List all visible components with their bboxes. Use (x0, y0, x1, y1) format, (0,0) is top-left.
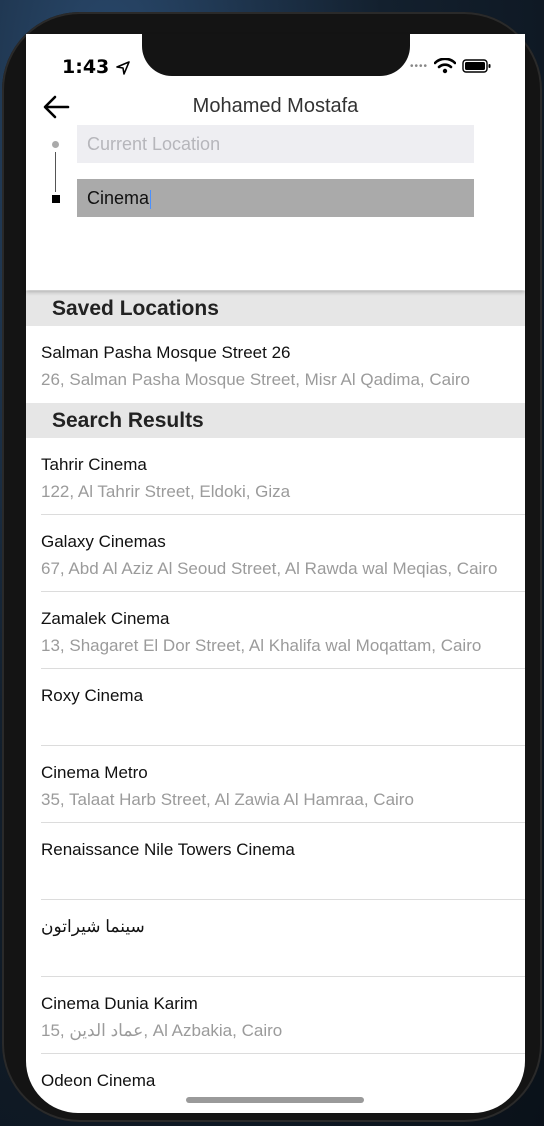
destination-input[interactable]: Cinema (77, 179, 474, 217)
place-name: Cinema Metro (41, 763, 148, 782)
home-indicator[interactable] (186, 1097, 364, 1103)
origin-dot-icon (52, 141, 59, 148)
origin-placeholder: Current Location (87, 134, 221, 154)
status-time: 1:43 (62, 56, 130, 78)
place-name: Tahrir Cinema (41, 455, 147, 474)
list-item[interactable]: Salman Pasha Mosque Street 26 26, Salman… (26, 326, 525, 403)
notch (142, 34, 410, 76)
wifi-icon (434, 58, 457, 74)
place-name: سينما شيراتون (41, 917, 145, 936)
page-title: Mohamed Mostafa (192, 95, 359, 117)
place-name: Zamalek Cinema (41, 609, 170, 628)
list-item[interactable]: Zamalek Cinema 13, Shagaret El Dor Stree… (26, 592, 525, 669)
place-address: 15, عماد الدين, Al Azbakia, Cairo (41, 1021, 283, 1040)
origin-input[interactable]: Current Location (77, 125, 474, 163)
section-saved-locations: Saved Locations (26, 291, 525, 326)
place-name: Renaissance Nile Towers Cinema (41, 840, 295, 859)
route-connector (55, 152, 56, 192)
status-icons: •••• (410, 54, 492, 78)
place-name: Cinema Dunia Karim (41, 994, 198, 1013)
results-list: Saved Locations Salman Pasha Mosque Stre… (26, 291, 525, 1113)
list-item[interactable]: Roxy Cinema (26, 669, 525, 746)
list-item[interactable]: Galaxy Cinemas 67, Abd Al Aziz Al Seoud … (26, 515, 525, 592)
place-name: Odeon Cinema (41, 1071, 156, 1090)
place-name: Galaxy Cinemas (41, 532, 166, 551)
section-search-results: Search Results (26, 403, 525, 438)
location-arrow-icon (116, 60, 130, 75)
place-address: 67, Abd Al Aziz Al Seoud Street, Al Rawd… (41, 559, 498, 578)
list-item[interactable]: Odeon Cinema (26, 1054, 525, 1113)
place-name: Salman Pasha Mosque Street 26 (41, 343, 291, 362)
list-item[interactable]: سينما شيراتون (26, 900, 525, 977)
place-address: 122, Al Tahrir Street, Eldoki, Giza (41, 482, 291, 501)
signal-dots-icon: •••• (410, 60, 429, 72)
text-caret (150, 189, 152, 209)
list-item[interactable]: Renaissance Nile Towers Cinema (26, 823, 525, 900)
list-item[interactable]: Cinema Metro 35, Talaat Harb Street, Al … (26, 746, 525, 823)
list-item[interactable]: Tahrir Cinema 122, Al Tahrir Street, Eld… (26, 438, 525, 515)
destination-value: Cinema (87, 188, 150, 208)
place-address: 13, Shagaret El Dor Street, Al Khalifa w… (41, 636, 482, 655)
battery-icon (462, 59, 491, 73)
list-item[interactable]: Cinema Dunia Karim 15, عماد الدين, Al Az… (26, 977, 525, 1054)
place-name: Roxy Cinema (41, 686, 144, 705)
destination-square-icon (52, 195, 60, 203)
place-address: 35, Talaat Harb Street, Al Zawia Al Hamr… (41, 790, 414, 809)
place-address: 26, Salman Pasha Mosque Street, Misr Al … (41, 370, 470, 389)
